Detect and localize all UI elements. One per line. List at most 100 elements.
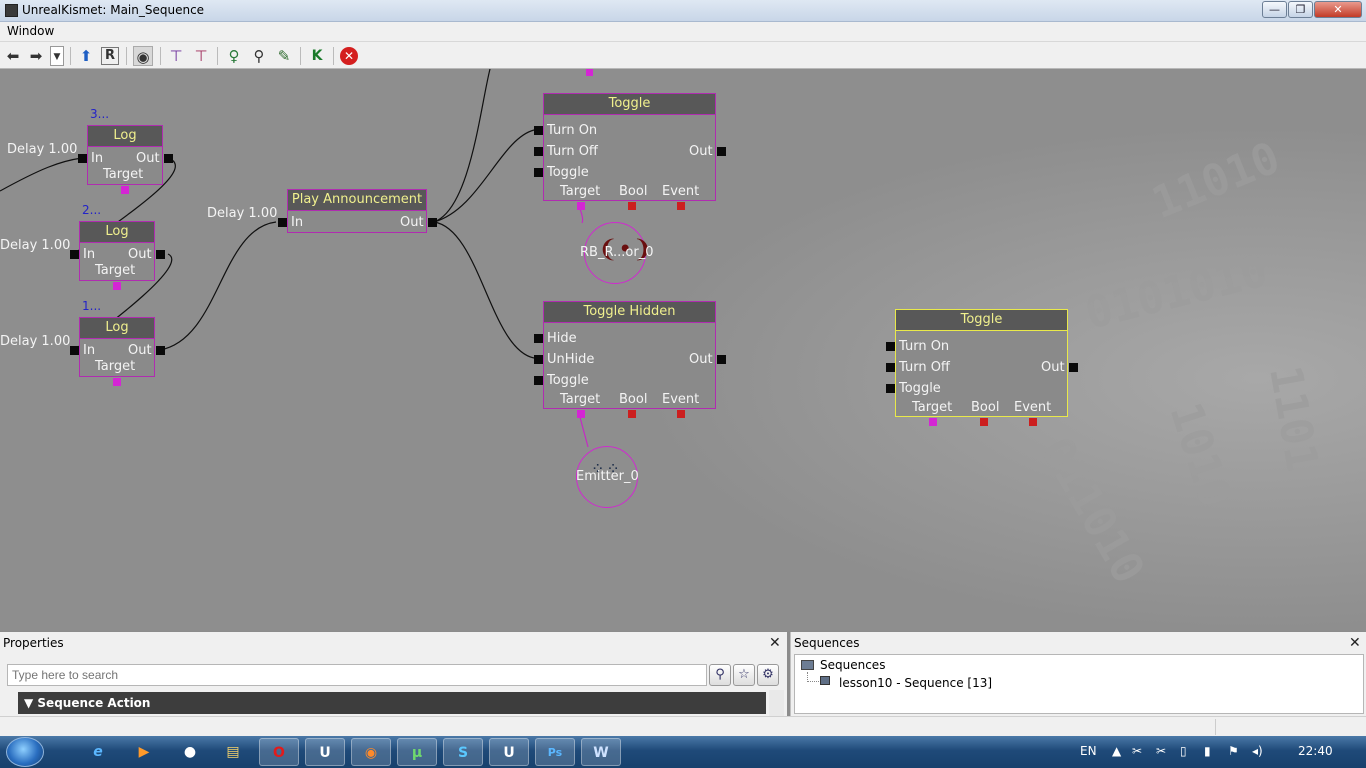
log-node-1-in-pin[interactable] bbox=[70, 346, 79, 355]
network-icon[interactable]: ▮ bbox=[1204, 744, 1211, 758]
log-node-3[interactable]: Log In Out Target bbox=[87, 125, 163, 185]
skype-icon[interactable]: S bbox=[443, 738, 483, 766]
search-icon[interactable]: ⚲ bbox=[249, 46, 269, 66]
properties-close-button[interactable]: ✕ bbox=[769, 635, 781, 651]
toggle-hidden-out-pin[interactable] bbox=[717, 355, 726, 364]
play-announcement-in-pin[interactable] bbox=[278, 218, 287, 227]
toggle-selected-turn-on-pin[interactable] bbox=[886, 342, 895, 351]
log-node-1-target-pin[interactable] bbox=[113, 378, 121, 386]
tray-device-icon[interactable]: ▯ bbox=[1180, 744, 1187, 758]
toggle-toggle-pin[interactable] bbox=[534, 168, 543, 177]
toggle-bool-pin[interactable] bbox=[628, 202, 636, 210]
explorer-icon[interactable]: ▤ bbox=[213, 738, 253, 766]
app-icon[interactable]: ● bbox=[170, 738, 210, 766]
toggle-turn-on-label: Turn On bbox=[547, 123, 598, 138]
tool-icon[interactable]: ✎ bbox=[274, 46, 294, 66]
history-dropdown-icon[interactable]: ▼ bbox=[50, 46, 64, 66]
ie-icon[interactable]: e bbox=[78, 738, 118, 766]
firefox-icon[interactable]: ◉ bbox=[351, 738, 391, 766]
unreal-editor-icon[interactable]: U bbox=[489, 738, 529, 766]
sequence-action-category[interactable]: ▼ Sequence Action bbox=[18, 692, 766, 714]
stop-icon[interactable]: ✕ bbox=[340, 47, 358, 65]
toggle-hidden-toggle-pin[interactable] bbox=[534, 376, 543, 385]
start-button[interactable] bbox=[6, 737, 44, 767]
unreal-icon[interactable]: U bbox=[305, 738, 345, 766]
search-icon[interactable]: ⚲ bbox=[709, 664, 731, 686]
parent-sequence-icon[interactable]: ⬆ bbox=[76, 46, 96, 66]
toggle-selected-node[interactable]: Toggle Turn On Turn Off Toggle Out Targe… bbox=[895, 309, 1068, 417]
play-announcement-node[interactable]: Play Announcement In Out bbox=[287, 189, 427, 233]
log-node-1-out-pin[interactable] bbox=[156, 346, 165, 355]
log-node-2-target-pin[interactable] bbox=[113, 282, 121, 290]
view-icon[interactable]: ◉ bbox=[133, 46, 153, 66]
toggle-hidden-bool-pin[interactable] bbox=[628, 410, 636, 418]
properties-search-input[interactable] bbox=[7, 664, 707, 686]
toggle-turn-on-pin[interactable] bbox=[534, 126, 543, 135]
forward-icon[interactable]: ➡ bbox=[26, 46, 46, 66]
toggle-selected-toggle-label: Toggle bbox=[899, 381, 941, 396]
toggle-hidden-node[interactable]: Toggle Hidden Hide UnHide Toggle Out Tar… bbox=[543, 301, 716, 409]
utorrent-icon[interactable]: µ bbox=[397, 738, 437, 766]
back-icon[interactable]: ⬅ bbox=[3, 46, 23, 66]
show-hidden-icons-icon[interactable]: ▲ bbox=[1112, 744, 1121, 758]
log-node-3-out-pin[interactable] bbox=[164, 154, 173, 163]
toggle-node[interactable]: Toggle Turn On Turn Off Toggle Out Targe… bbox=[543, 93, 716, 201]
flag-icon[interactable]: ⚑ bbox=[1228, 744, 1239, 758]
unreal-app-icon bbox=[5, 4, 18, 17]
toggle-hidden-unhide-pin[interactable] bbox=[534, 355, 543, 364]
maximize-button[interactable]: ❐ bbox=[1288, 1, 1313, 18]
kismet-canvas[interactable]: 11010 0101010 011010 1010 1101 3... Dela… bbox=[0, 69, 1366, 631]
toggle-hidden-hide-pin[interactable] bbox=[534, 334, 543, 343]
properties-scrollbar[interactable] bbox=[769, 690, 784, 716]
tray-tool-icon[interactable]: ✂ bbox=[1132, 744, 1142, 758]
word-icon[interactable]: W bbox=[581, 738, 621, 766]
opera-icon[interactable]: O bbox=[259, 738, 299, 766]
log-node-3-in-pin[interactable] bbox=[78, 154, 87, 163]
tree-item-lesson10[interactable]: lesson10 - Sequence [13] bbox=[839, 676, 992, 690]
toggle-hidden-target-pin[interactable] bbox=[577, 410, 585, 418]
toggle-selected-out-pin[interactable] bbox=[1069, 363, 1078, 372]
sequences-close-button[interactable]: ✕ bbox=[1349, 635, 1361, 651]
minimize-button[interactable]: — bbox=[1262, 1, 1287, 18]
settings-icon[interactable]: ⚙ bbox=[757, 664, 779, 686]
photoshop-icon[interactable]: Ps bbox=[535, 738, 575, 766]
log-node-1-title: Log bbox=[80, 318, 154, 339]
toggle-target-pin[interactable] bbox=[577, 202, 585, 210]
log-node-1[interactable]: Log In Out Target bbox=[79, 317, 155, 377]
log-node-2[interactable]: Log In Out Target bbox=[79, 221, 155, 281]
light-icon[interactable]: ♀ bbox=[224, 46, 244, 66]
tray-tool-2-icon[interactable]: ✂ bbox=[1156, 744, 1166, 758]
language-indicator[interactable]: EN bbox=[1080, 744, 1097, 758]
log-node-2-out-pin[interactable] bbox=[156, 250, 165, 259]
collapse-arrow-icon: ▼ bbox=[24, 696, 38, 710]
toggle-selected-bool-pin[interactable] bbox=[980, 418, 988, 426]
clock[interactable]: 22:40 bbox=[1298, 744, 1333, 758]
toggle-selected-toggle-pin[interactable] bbox=[886, 384, 895, 393]
folder-icon bbox=[801, 660, 814, 670]
title-bar: UnrealKismet: Main_Sequence — ❐ ✕ bbox=[0, 0, 1366, 22]
toggle-turn-off-pin[interactable] bbox=[534, 147, 543, 156]
kismet-icon[interactable]: K bbox=[307, 46, 327, 66]
toggle-event-pin[interactable] bbox=[677, 202, 685, 210]
log-node-2-title: Log bbox=[80, 222, 154, 243]
offscreen-target-pin[interactable] bbox=[586, 69, 593, 76]
log-node-3-target-pin[interactable] bbox=[121, 186, 129, 194]
expand-icon[interactable]: ⊤ bbox=[166, 46, 186, 66]
toggle-selected-event-pin[interactable] bbox=[1029, 418, 1037, 426]
toggle-out-pin[interactable] bbox=[717, 147, 726, 156]
log-node-2-in-pin[interactable] bbox=[70, 250, 79, 259]
favorite-star-icon[interactable]: ☆ bbox=[733, 664, 755, 686]
tree-root[interactable]: Sequences bbox=[820, 658, 885, 672]
toggle-selected-target-pin[interactable] bbox=[929, 418, 937, 426]
close-button[interactable]: ✕ bbox=[1314, 1, 1362, 18]
toggle-hidden-event-pin[interactable] bbox=[677, 410, 685, 418]
collapse-icon[interactable]: ⊤ bbox=[191, 46, 211, 66]
rename-icon[interactable]: R bbox=[101, 47, 119, 65]
play-announcement-title: Play Announcement bbox=[288, 190, 426, 211]
media-icon[interactable]: ▶ bbox=[124, 738, 164, 766]
volume-icon[interactable]: ◂) bbox=[1252, 744, 1263, 758]
play-announcement-out-pin[interactable] bbox=[428, 218, 437, 227]
toggle-node-title: Toggle bbox=[544, 94, 715, 115]
menu-window[interactable]: Window bbox=[7, 24, 54, 38]
toggle-selected-turn-off-pin[interactable] bbox=[886, 363, 895, 372]
